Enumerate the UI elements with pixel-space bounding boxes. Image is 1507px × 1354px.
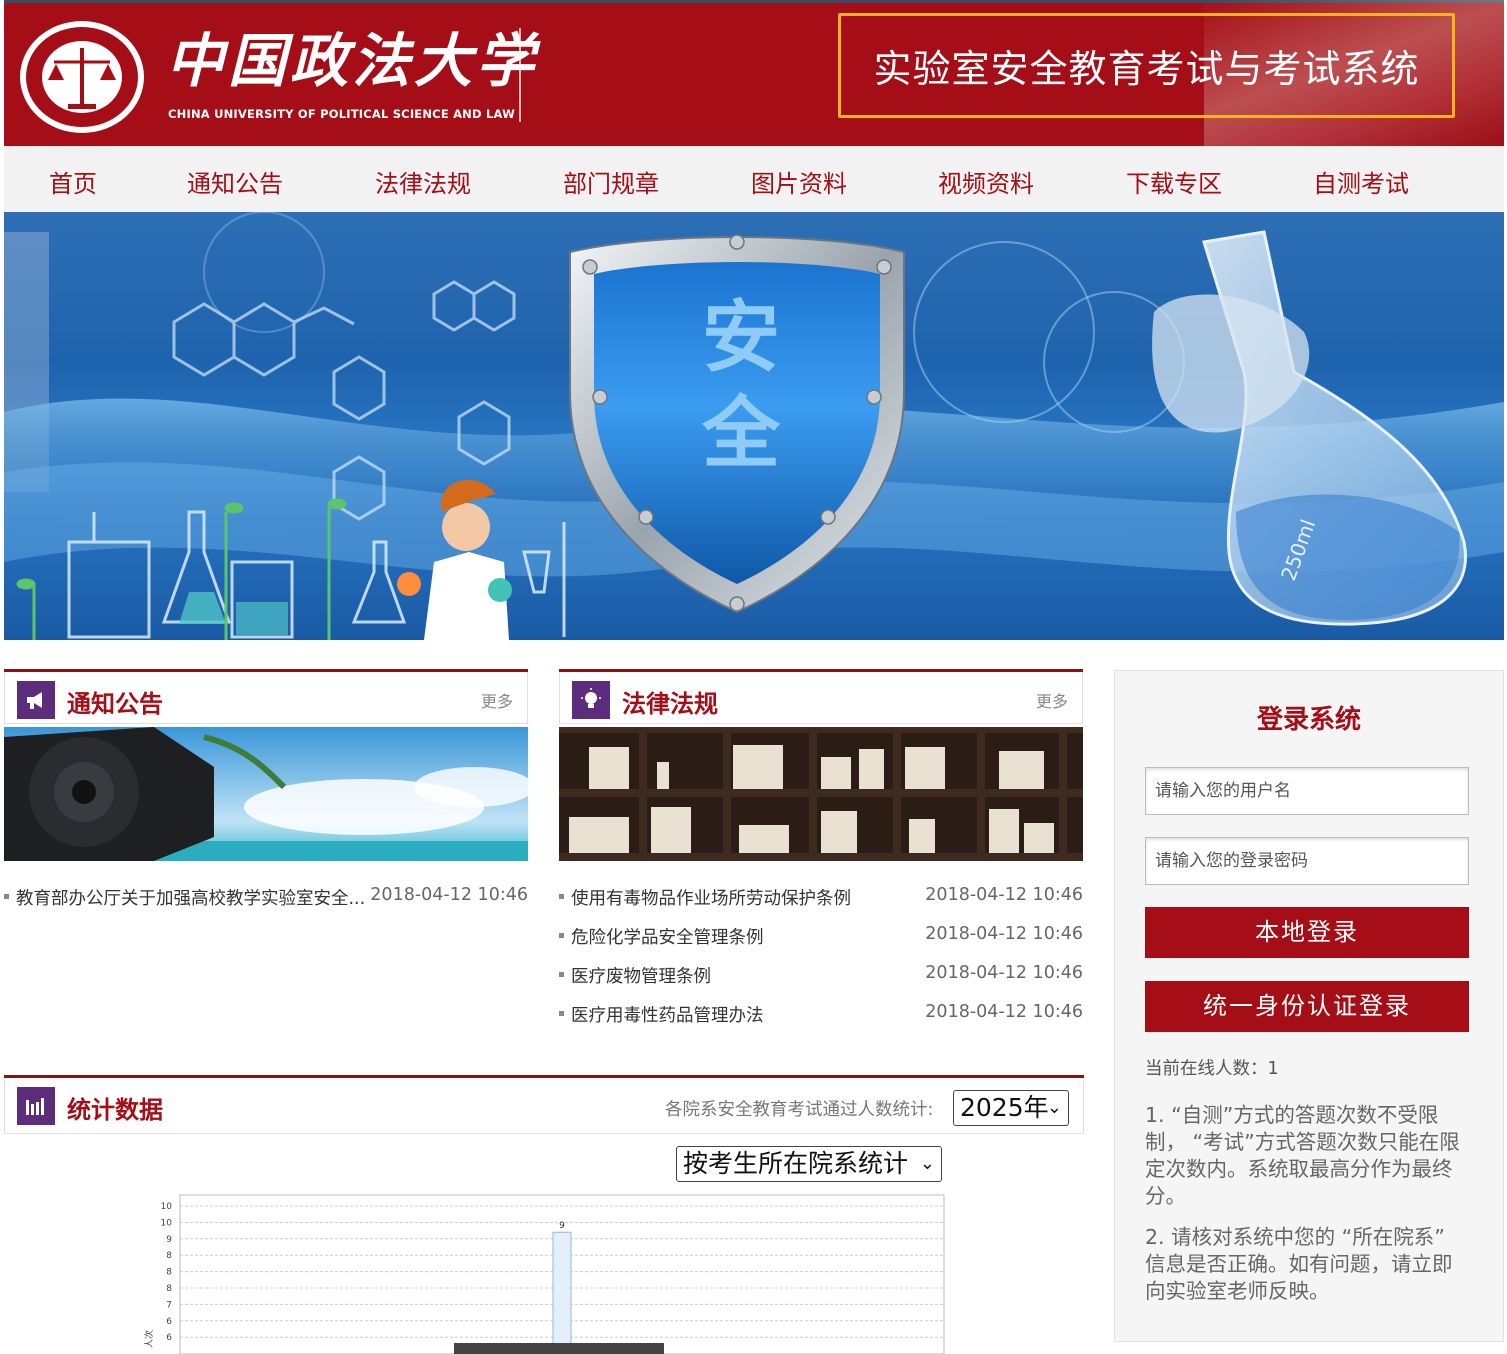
chevron-down-icon: ⌄ bbox=[919, 1153, 935, 1174]
university-name-cn: 中国政法大学 bbox=[166, 27, 539, 95]
chart-y-axis-label: 人次 bbox=[143, 1330, 155, 1348]
news-date: 2018-04-12 10:46 bbox=[925, 924, 1083, 944]
laws-more-link[interactable]: 更多 bbox=[1036, 688, 1068, 712]
group-by-select[interactable]: 按考生所在院系统计 ⌄ bbox=[676, 1146, 942, 1182]
list-item[interactable]: 危险化学品安全管理条例 2018-04-12 10:46 bbox=[559, 921, 1083, 960]
shield-text-1: 安 bbox=[702, 293, 780, 383]
local-login-button[interactable]: 本地登录 bbox=[1145, 907, 1469, 958]
password-input[interactable] bbox=[1145, 837, 1469, 885]
laws-panel-header: 法律法规 更多 bbox=[559, 672, 1083, 724]
list-item[interactable]: 使用有毒物品作业场所劳动保护条例 2018-04-12 10:46 bbox=[559, 882, 1083, 921]
university-seal-logo[interactable] bbox=[18, 18, 146, 136]
megaphone-icon bbox=[17, 681, 55, 719]
stats-panel-header: 统计数据 各院系安全教育考试通过人数统计: 2025年 ⌄ bbox=[4, 1078, 1084, 1134]
login-panel: 登录系统 本地登录 统一身份认证登录 当前在线人数：1 1. “自测”方式的答题… bbox=[1114, 670, 1504, 1342]
nav-item-notices[interactable]: 通知公告 bbox=[187, 164, 283, 199]
chart-y-tick-label: 10 bbox=[161, 1202, 173, 1212]
chevron-down-icon: ⌄ bbox=[1046, 1097, 1062, 1118]
main-nav: 首页 通知公告 法律法规 部门规章 图片资料 视频资料 下载专区 自测考试 bbox=[4, 146, 1504, 212]
notices-more-link[interactable]: 更多 bbox=[481, 688, 513, 712]
news-date: 2018-04-12 10:46 bbox=[370, 885, 528, 905]
bullet-icon bbox=[559, 894, 564, 899]
online-count: 当前在线人数：1 bbox=[1145, 1059, 1279, 1079]
sso-login-button[interactable]: 统一身份认证登录 bbox=[1145, 981, 1469, 1032]
chart-y-tick-label: 8 bbox=[166, 1251, 172, 1261]
shield-text-2: 全 bbox=[701, 389, 781, 479]
nav-item-downloads[interactable]: 下载专区 bbox=[1126, 164, 1222, 199]
news-title[interactable]: 危险化学品安全管理条例 bbox=[571, 924, 764, 949]
bullet-icon bbox=[559, 1011, 564, 1016]
stats-panel: 统计数据 各院系安全教育考试通过人数统计: 2025年 ⌄ bbox=[4, 1075, 1084, 1134]
notices-image[interactable] bbox=[4, 727, 528, 861]
news-date: 2018-04-12 10:46 bbox=[925, 885, 1083, 905]
nav-item-videos[interactable]: 视频资料 bbox=[938, 164, 1034, 199]
bullet-icon bbox=[4, 894, 9, 899]
chart-data-label: 9 bbox=[559, 1221, 565, 1231]
list-item[interactable]: 教育部办公厅关于加强高校教学实验室安全... 2018-04-12 10:46 bbox=[4, 882, 528, 921]
username-input[interactable] bbox=[1145, 767, 1469, 815]
chart-bar bbox=[552, 1231, 572, 1354]
notices-panel-title: 通知公告 bbox=[67, 690, 163, 718]
nav-item-laws[interactable]: 法律法规 bbox=[375, 164, 471, 199]
laws-image[interactable] bbox=[559, 727, 1083, 861]
university-name-en: CHINA UNIVERSITY OF POLITICAL SCIENCE AN… bbox=[168, 107, 515, 121]
login-note-2: 2. 请核对系统中您的 “所在院系” 信息是否正确。如有问题，请立即向实验室老师… bbox=[1145, 1225, 1453, 1303]
notices-panel-header: 通知公告 更多 bbox=[4, 672, 528, 724]
year-select-value: 2025年 bbox=[960, 1093, 1049, 1122]
login-note-1: 1. “自测”方式的答题次数不受限制， “考试”方式答题次数只能在限定次数内。系… bbox=[1145, 1103, 1460, 1208]
laws-panel: 法律法规 更多 bbox=[559, 669, 1083, 861]
hero-banner: 安 全 250ml bbox=[4, 212, 1504, 640]
chart-y-tick-label: 10 bbox=[161, 1218, 173, 1228]
bullet-icon bbox=[559, 972, 564, 977]
chart-y-tick-label: 8 bbox=[166, 1268, 172, 1278]
bullet-icon bbox=[559, 933, 564, 938]
login-title: 登录系统 bbox=[1256, 705, 1361, 735]
nav-item-self-test[interactable]: 自测考试 bbox=[1313, 164, 1409, 199]
chart-y-tick-label: 7 bbox=[166, 1300, 172, 1310]
news-title[interactable]: 使用有毒物品作业场所劳动保护条例 bbox=[571, 885, 851, 910]
stats-bar-chart: 10 10 9 8 8 8 7 6 6 人次 9 bbox=[143, 1194, 945, 1354]
laws-list: 使用有毒物品作业场所劳动保护条例 2018-04-12 10:46 危险化学品安… bbox=[559, 882, 1083, 1038]
lightbulb-icon bbox=[572, 681, 610, 719]
list-item[interactable]: 医疗废物管理条例 2018-04-12 10:46 bbox=[559, 960, 1083, 999]
news-title[interactable]: 医疗废物管理条例 bbox=[571, 963, 711, 988]
banner-illustration: 安 全 250ml bbox=[4, 212, 1504, 640]
list-item[interactable]: 医疗用毒性药品管理办法 2018-04-12 10:46 bbox=[559, 999, 1083, 1038]
news-date: 2018-04-12 10:46 bbox=[925, 1002, 1083, 1022]
chart-y-tick-label: 8 bbox=[166, 1284, 172, 1294]
system-title: 实验室安全教育考试与考试系统 bbox=[873, 47, 1420, 91]
chart-y-tick-label: 6 bbox=[166, 1333, 172, 1343]
chart-y-tick-label: 9 bbox=[166, 1235, 172, 1245]
notices-panel: 通知公告 更多 bbox=[4, 669, 528, 861]
news-title[interactable]: 教育部办公厅关于加强高校教学实验室安全... bbox=[16, 885, 365, 910]
stats-filter-label: 各院系安全教育考试通过人数统计: bbox=[665, 1100, 934, 1120]
news-title[interactable]: 医疗用毒性药品管理办法 bbox=[571, 1002, 764, 1027]
laws-panel-title: 法律法规 bbox=[622, 690, 718, 718]
chart-tooltip bbox=[454, 1343, 664, 1354]
nav-item-regulations[interactable]: 部门规章 bbox=[563, 164, 659, 199]
year-select[interactable]: 2025年 ⌄ bbox=[953, 1090, 1069, 1126]
header-divider bbox=[519, 28, 521, 122]
bar-chart-icon bbox=[17, 1087, 55, 1125]
nav-item-home[interactable]: 首页 bbox=[49, 164, 97, 199]
stats-panel-title: 统计数据 bbox=[67, 1096, 163, 1124]
notices-list: 教育部办公厅关于加强高校教学实验室安全... 2018-04-12 10:46 bbox=[4, 882, 528, 921]
news-date: 2018-04-12 10:46 bbox=[925, 963, 1083, 983]
nav-item-pictures[interactable]: 图片资料 bbox=[751, 164, 847, 199]
site-header: 中国政法大学 CHINA UNIVERSITY OF POLITICAL SCI… bbox=[4, 0, 1504, 146]
system-title-box: 实验室安全教育考试与考试系统 bbox=[838, 13, 1455, 118]
chart-y-tick-label: 6 bbox=[166, 1317, 172, 1327]
group-by-select-value: 按考生所在院系统计 bbox=[683, 1149, 909, 1178]
